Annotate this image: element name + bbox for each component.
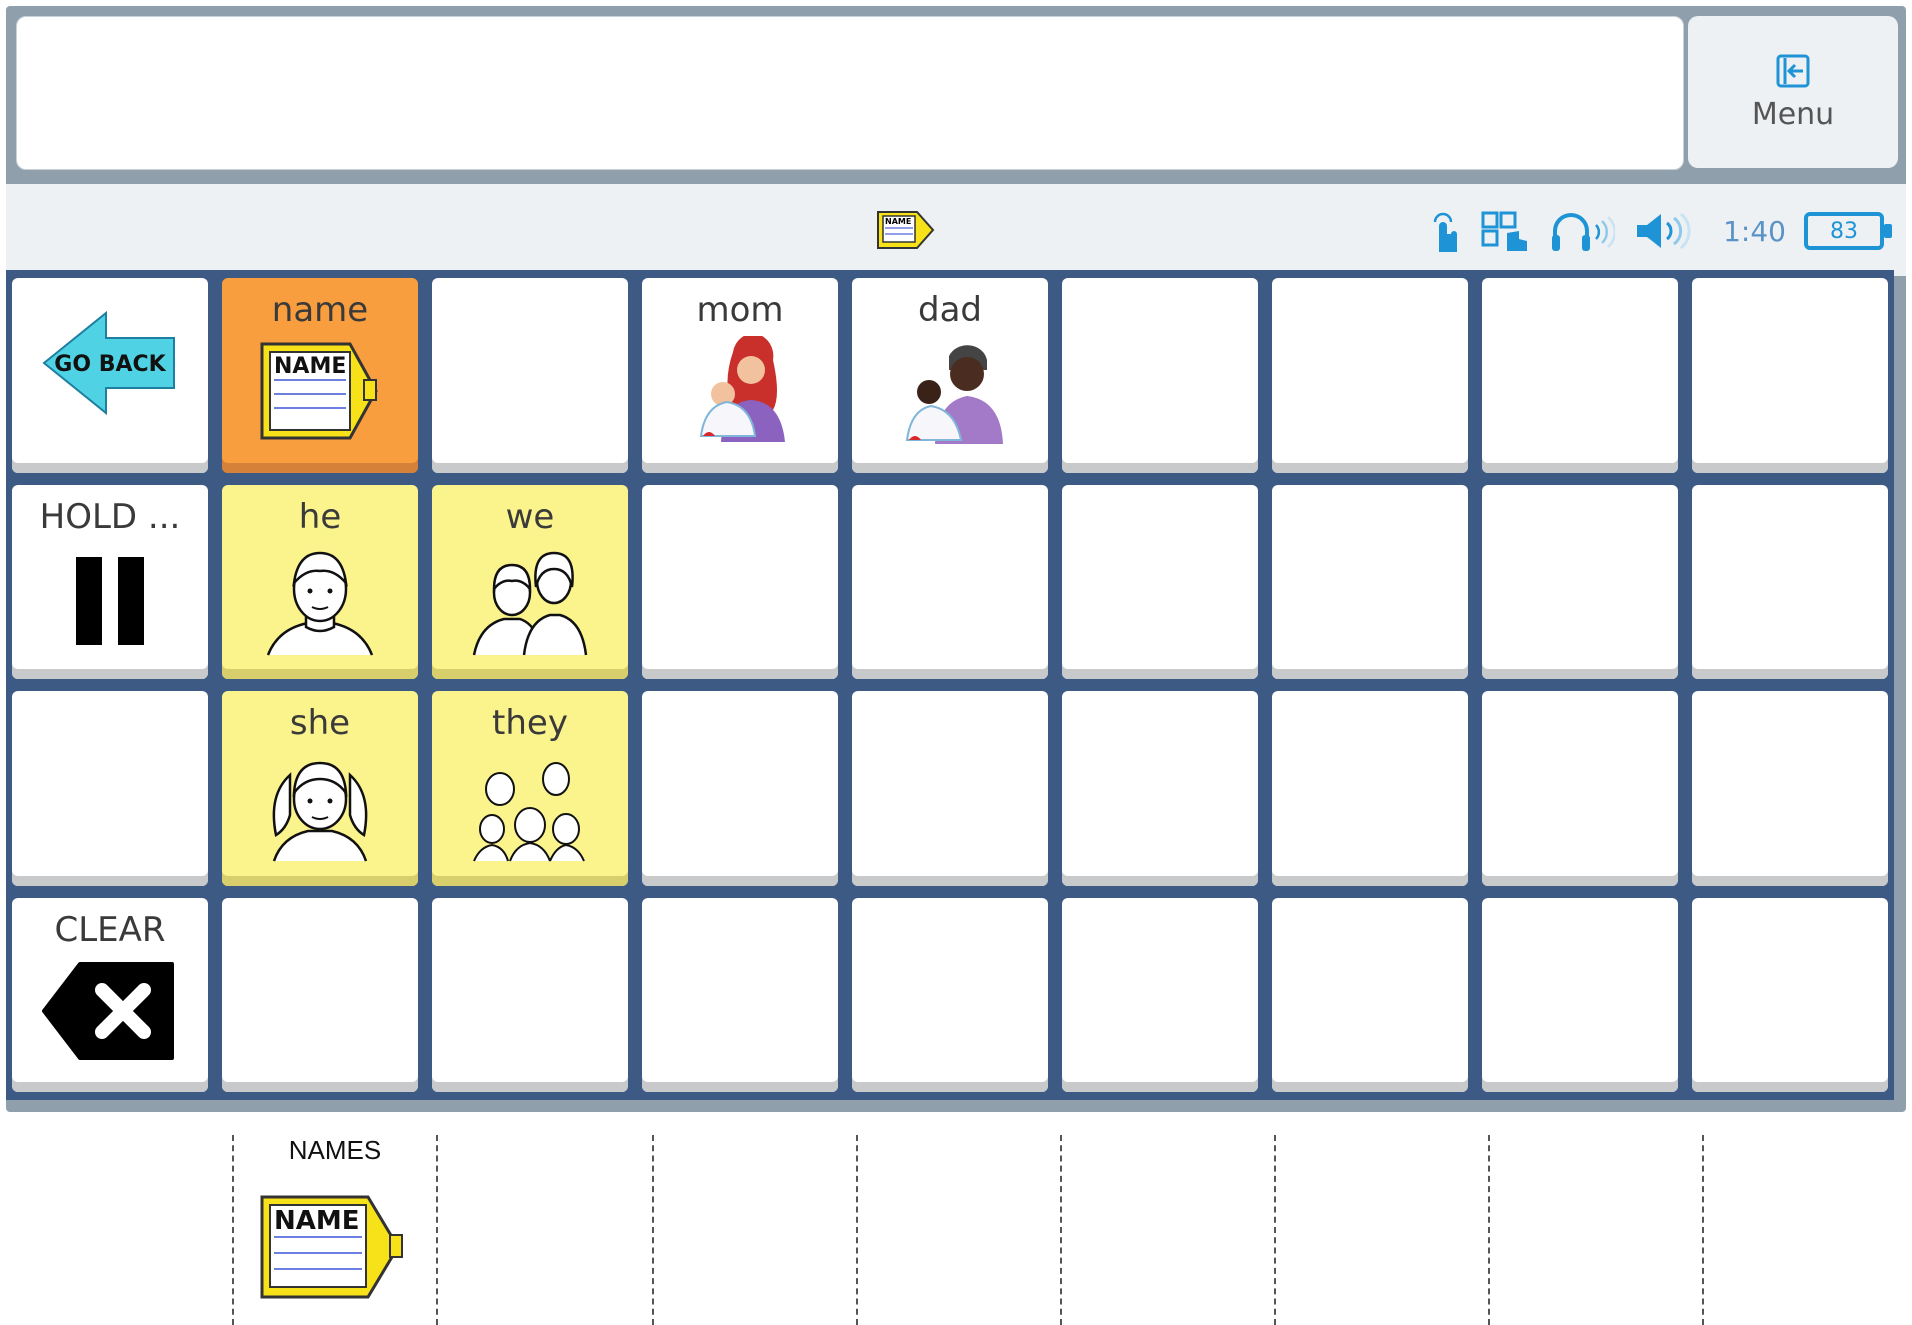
- cell-label: she: [289, 703, 351, 743]
- empty-cell[interactable]: [222, 897, 418, 1092]
- empty-cell[interactable]: [642, 484, 838, 679]
- empty-cell[interactable]: [1692, 484, 1888, 679]
- divider: [1702, 1135, 1704, 1325]
- empty-cell[interactable]: [1482, 278, 1678, 473]
- clear-button[interactable]: CLEAR: [12, 897, 208, 1092]
- empty-cell[interactable]: [642, 691, 838, 886]
- name-tag-text: NAME: [274, 354, 346, 379]
- go-back-button[interactable]: GO BACK: [12, 278, 208, 473]
- headphones-icon: [1552, 213, 1616, 251]
- touch-icon: [1433, 212, 1458, 252]
- empty-cell[interactable]: [1482, 691, 1678, 886]
- scan-icon: [1481, 211, 1528, 251]
- empty-cell[interactable]: [852, 897, 1048, 1092]
- empty-cell[interactable]: [1692, 897, 1888, 1092]
- dad-icon: [905, 345, 1003, 444]
- cell-label: CLEAR: [54, 909, 166, 950]
- exit-icon: [1776, 54, 1810, 87]
- cell-label: dad: [918, 290, 982, 330]
- empty-cell[interactable]: [1272, 897, 1468, 1092]
- we-button[interactable]: we: [432, 484, 628, 679]
- empty-cell[interactable]: [1482, 484, 1678, 679]
- empty-cell[interactable]: [1692, 278, 1888, 473]
- cell-label: name: [271, 290, 369, 330]
- girl-icon: [272, 761, 368, 862]
- divider: [1488, 1135, 1490, 1325]
- backspace-icon: [42, 961, 174, 1060]
- cell-label: we: [505, 496, 555, 537]
- empty-cell[interactable]: [852, 484, 1048, 679]
- name-tag-icon: NAME: [260, 1195, 403, 1299]
- divider: [1274, 1135, 1276, 1325]
- empty-cell[interactable]: [1692, 691, 1888, 886]
- speaker-icon: [1637, 212, 1691, 250]
- empty-cell[interactable]: [1062, 897, 1258, 1092]
- hold-button[interactable]: HOLD ...: [12, 484, 208, 679]
- she-button[interactable]: she: [222, 691, 418, 886]
- empty-cell[interactable]: [1062, 691, 1258, 886]
- name-tag-icon: NAME: [260, 342, 378, 440]
- name-tag-icon: NAME: [877, 211, 935, 249]
- empty-cell[interactable]: [1062, 484, 1258, 679]
- names-label: NAMES: [288, 1135, 382, 1165]
- page-icon-text: NAME: [885, 217, 911, 226]
- empty-cell[interactable]: [432, 278, 628, 473]
- empty-cell[interactable]: [642, 897, 838, 1092]
- mom-icon: [699, 336, 785, 442]
- empty-cell[interactable]: [1272, 278, 1468, 473]
- we-icon: [472, 551, 588, 655]
- empty-cell[interactable]: [1482, 897, 1678, 1092]
- label-strip: NAMES NAME: [0, 1135, 1912, 1325]
- name-tag-text: NAME: [274, 1206, 360, 1236]
- cell-label: he: [298, 496, 342, 537]
- battery-indicator: 83: [1804, 212, 1892, 250]
- empty-cell[interactable]: [432, 897, 628, 1092]
- divider: [1060, 1135, 1062, 1325]
- battery-level: 83: [1830, 218, 1858, 244]
- name-folder-button[interactable]: name NAME: [222, 278, 418, 473]
- empty-cell[interactable]: [1272, 691, 1468, 886]
- menu-button[interactable]: Menu: [1688, 16, 1898, 168]
- cell-label: they: [492, 703, 568, 743]
- empty-cell[interactable]: [12, 691, 208, 886]
- go-back-label: GO BACK: [54, 352, 166, 377]
- mom-button[interactable]: mom: [642, 278, 838, 473]
- empty-cell[interactable]: [1062, 278, 1258, 473]
- dad-button[interactable]: dad: [852, 278, 1048, 473]
- cell-label: HOLD ...: [39, 496, 181, 537]
- cell-label: mom: [696, 290, 784, 330]
- clock: 1:40: [1723, 214, 1786, 248]
- empty-cell[interactable]: [1272, 484, 1468, 679]
- divider: [652, 1135, 654, 1325]
- status-bar: NAME 1:40 83: [6, 184, 1906, 276]
- vocabulary-grid: GO BACK name NAME mom dad HOLD ... he we…: [6, 270, 1894, 1100]
- back-arrow-icon: GO BACK: [42, 310, 175, 416]
- boy-icon: [266, 551, 374, 655]
- he-button[interactable]: he: [222, 484, 418, 679]
- empty-cell[interactable]: [852, 691, 1048, 886]
- pause-icon: [76, 556, 144, 645]
- they-button[interactable]: they: [432, 691, 628, 886]
- message-bar[interactable]: [16, 16, 1684, 170]
- divider: [856, 1135, 858, 1325]
- menu-label: Menu: [1751, 96, 1835, 132]
- they-icon: [473, 762, 585, 862]
